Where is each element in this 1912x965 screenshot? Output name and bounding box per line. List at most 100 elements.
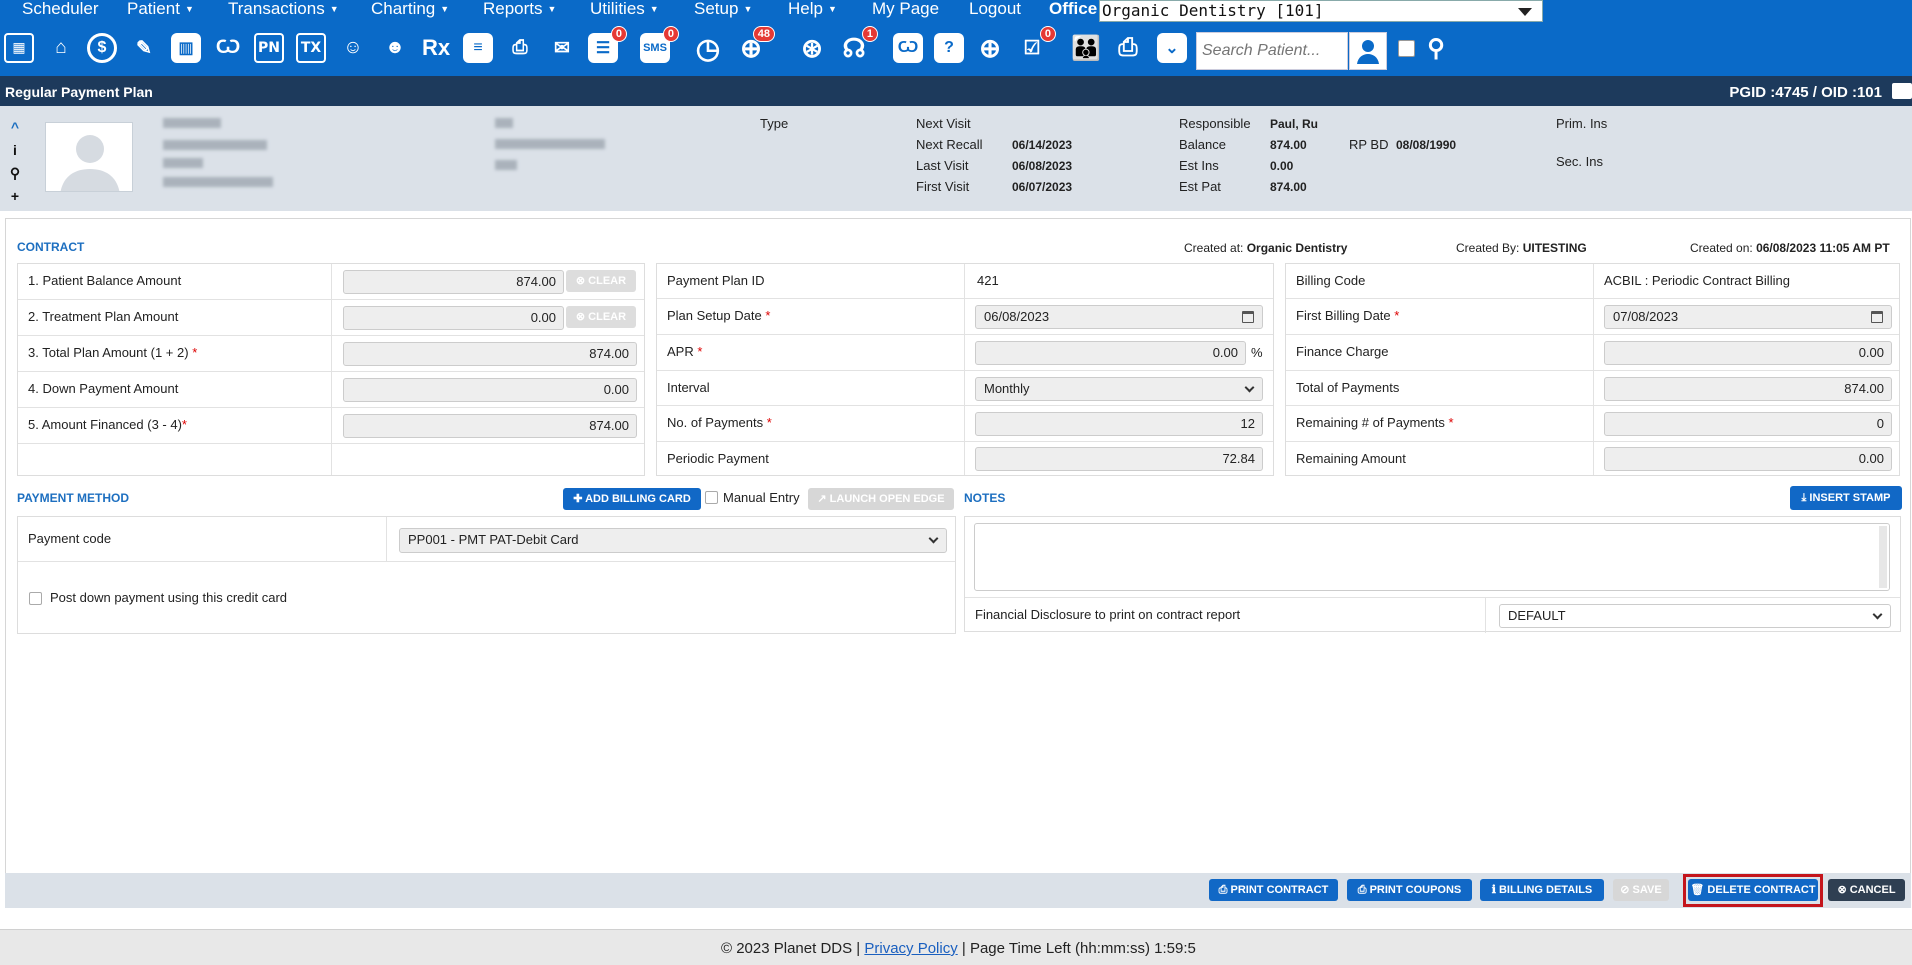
add-billing-card-button[interactable]: ✚ ADD BILLING CARD bbox=[563, 488, 701, 510]
menu-setup[interactable]: Setup ▼ bbox=[694, 0, 752, 18]
home-icon[interactable]: ⌂ bbox=[43, 30, 79, 66]
info-icon[interactable]: i bbox=[9, 139, 21, 162]
toolbar-checkbox[interactable] bbox=[1398, 40, 1415, 57]
chat-icon[interactable]: ☰ 0 bbox=[585, 26, 627, 66]
launch-open-edge-button[interactable]: ↗ LAUNCH OPEN EDGE bbox=[808, 488, 954, 510]
num-payments-field[interactable]: 12 bbox=[975, 412, 1263, 436]
plan-setup-date-field[interactable]: 06/08/2023 bbox=[975, 305, 1263, 329]
menu-my-page[interactable]: My Page bbox=[872, 0, 939, 18]
redacted-office bbox=[163, 177, 273, 187]
group-search-icon[interactable]: ⚲ bbox=[1418, 30, 1454, 66]
checklist-icon[interactable]: ☑ 0 bbox=[1014, 26, 1056, 66]
interval-select[interactable]: Monthly bbox=[975, 377, 1263, 401]
download-icon[interactable]: ⌄ bbox=[1154, 30, 1190, 66]
remaining-amount-label: Remaining Amount bbox=[1296, 451, 1406, 466]
collapse-icon[interactable]: ^ bbox=[9, 116, 21, 139]
pn-icon[interactable]: PN bbox=[251, 30, 287, 66]
est-pat-label: Est Pat bbox=[1179, 179, 1221, 194]
down-payment-field[interactable]: 0.00 bbox=[343, 378, 637, 402]
tooth-question-icon[interactable]: ? bbox=[931, 30, 967, 66]
manual-entry-checkbox[interactable] bbox=[705, 491, 718, 504]
calendar-icon[interactable]: ▦ bbox=[1, 30, 37, 66]
menu-scheduler[interactable]: Scheduler bbox=[22, 0, 99, 18]
calendar-icon[interactable] bbox=[1871, 311, 1883, 323]
caret-down-icon: ▼ bbox=[184, 4, 194, 14]
support-badge: 1 bbox=[861, 26, 878, 42]
email-icon[interactable]: ✉ bbox=[544, 30, 580, 66]
first-billing-date-field[interactable]: 07/08/2023 bbox=[1604, 305, 1892, 329]
globe-icon[interactable]: ⊛ bbox=[794, 30, 830, 66]
remaining-amount-field: 0.00 bbox=[1604, 447, 1892, 471]
main-menu-bar: Scheduler Patient ▼ Transactions ▼ Chartin… bbox=[0, 0, 1912, 24]
tooth-icon[interactable]: Ѡ bbox=[890, 30, 926, 66]
caret-down-icon: ▼ bbox=[827, 4, 837, 14]
apr-field[interactable]: 0.00 bbox=[975, 341, 1246, 365]
menu-help[interactable]: Help ▼ bbox=[788, 0, 837, 18]
support-icon[interactable]: ☊ 1 bbox=[836, 26, 878, 66]
apr-unit: % bbox=[1251, 345, 1263, 360]
clear-patient-balance-button[interactable]: ⊗ CLEAR bbox=[566, 270, 636, 292]
insert-stamp-button[interactable]: ⤓ INSERT STAMP bbox=[1790, 486, 1902, 510]
menu-logout[interactable]: Logout bbox=[969, 0, 1021, 18]
add-icon[interactable]: + bbox=[9, 185, 21, 208]
notes-scrollbar[interactable] bbox=[1879, 526, 1887, 588]
save-button[interactable]: ⊘ SAVE bbox=[1613, 879, 1669, 901]
icon-toolbar: ▦ ⌂ $ ✎ ▥ Ѡ PN TX ☺ ☻ Rx ≡ ⎙ ✉ ☰ 0 SMS 0 ◷… bbox=[0, 24, 1912, 76]
page-footer: © 2023 Planet DDS | Privacy Policy | Pag… bbox=[0, 929, 1912, 965]
clock-icon[interactable]: ◷ bbox=[690, 30, 726, 66]
menu-reports[interactable]: Reports ▼ bbox=[483, 0, 556, 18]
print-contract-button[interactable]: ⎙ PRINT CONTRACT bbox=[1209, 879, 1338, 901]
periodic-payment-label: Periodic Payment bbox=[667, 451, 769, 466]
payment-code-select[interactable]: PP001 - PMT PAT-Debit Card bbox=[399, 528, 947, 553]
cancel-button[interactable]: ⊗ CANCEL bbox=[1828, 879, 1905, 901]
globe-click-icon[interactable]: ⊕ bbox=[972, 30, 1008, 66]
caret-down-icon: ▼ bbox=[440, 4, 450, 14]
patient-side-icons: ^ i ⚲ + bbox=[9, 116, 21, 208]
tooth-chart-icon[interactable]: ▥ bbox=[168, 30, 204, 66]
clear-treatment-plan-button[interactable]: ⊗ CLEAR bbox=[566, 306, 636, 328]
prim-ins-label: Prim. Ins bbox=[1556, 116, 1608, 131]
family-add-icon[interactable]: ☻ bbox=[377, 30, 413, 66]
dollar-icon[interactable]: $ bbox=[84, 30, 120, 66]
tooth-perio-icon[interactable]: Ѡ bbox=[210, 30, 246, 66]
footer-text: © 2023 Planet DDS | Privacy Policy | Pag… bbox=[721, 940, 1196, 957]
billing-code-value: ACBIL : Periodic Contract Billing bbox=[1604, 273, 1790, 288]
patient-search-input[interactable] bbox=[1197, 33, 1347, 69]
office-select[interactable]: Organic Dentistry [101] bbox=[1099, 0, 1543, 22]
globe-users-icon[interactable]: ⊕ 48 bbox=[733, 26, 775, 66]
financial-disclosure-select[interactable]: DEFAULT bbox=[1499, 604, 1891, 628]
sms-icon[interactable]: SMS 0 bbox=[637, 26, 679, 66]
message-icon[interactable]: ≡ bbox=[460, 30, 496, 66]
add-patient-icon[interactable]: ☺ bbox=[335, 30, 371, 66]
print-icon[interactable] bbox=[1892, 83, 1912, 99]
periodic-payment-field: 72.84 bbox=[975, 447, 1263, 471]
tx-icon[interactable]: TX bbox=[293, 30, 329, 66]
post-down-payment-checkbox[interactable] bbox=[29, 592, 42, 605]
menu-transactions[interactable]: Transactions ▼ bbox=[228, 0, 339, 18]
privacy-policy-link[interactable]: Privacy Policy bbox=[864, 940, 957, 957]
calendar-icon[interactable] bbox=[1242, 311, 1254, 323]
pgid-oid: PGID :4745 / OID :101 bbox=[1729, 84, 1882, 101]
menu-utilities[interactable]: Utilities ▼ bbox=[590, 0, 659, 18]
billing-details-button[interactable]: ℹ BILLING DETAILS bbox=[1480, 879, 1604, 901]
print-doc-icon[interactable]: ⎙ bbox=[502, 30, 538, 66]
notes-edit-icon[interactable]: ✎ bbox=[126, 30, 162, 66]
amount-financed-field: 874.00 bbox=[343, 414, 637, 438]
table-row: Remaining Amount 0.00 bbox=[1286, 442, 1899, 477]
first-billing-date-label: First Billing Date * bbox=[1296, 308, 1400, 323]
delete-contract-button[interactable]: 🗑 DELETE CONTRACT bbox=[1688, 879, 1818, 901]
redacted-id bbox=[163, 158, 203, 168]
rx-icon[interactable]: Rx bbox=[418, 30, 454, 66]
people-icon[interactable]: 👪 bbox=[1068, 30, 1104, 66]
print-coupons-button[interactable]: ⎙ PRINT COUPONS bbox=[1347, 879, 1472, 901]
search-user-icon[interactable] bbox=[1349, 32, 1387, 70]
total-payments-label: Total of Payments bbox=[1296, 380, 1400, 395]
globe-users-badge: 48 bbox=[752, 26, 775, 42]
menu-charting[interactable]: Charting ▼ bbox=[371, 0, 449, 18]
notes-textarea[interactable] bbox=[974, 523, 1890, 591]
printer-icon[interactable]: ⎙ bbox=[1110, 30, 1146, 66]
created-by: Created By: UITESTING bbox=[1456, 241, 1587, 255]
chat-badge: 0 bbox=[610, 26, 627, 42]
attachment-icon[interactable]: ⚲ bbox=[9, 162, 21, 185]
menu-patient[interactable]: Patient ▼ bbox=[127, 0, 194, 18]
